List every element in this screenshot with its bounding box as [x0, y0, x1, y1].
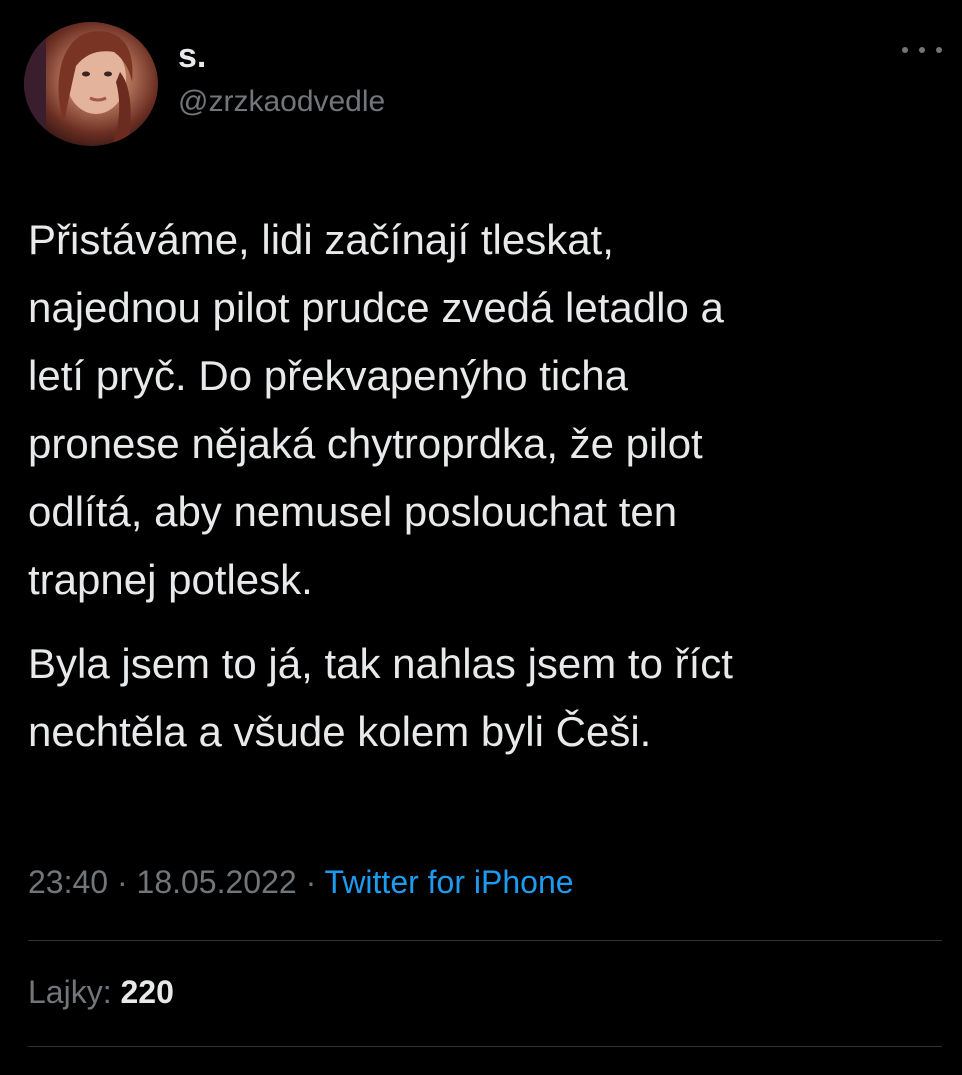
- meta-separator: ·: [305, 864, 317, 900]
- author-handle[interactable]: @zrzkaodvedle: [178, 84, 385, 120]
- likes-stat[interactable]: Lajky: 220: [28, 972, 174, 1012]
- tweet-text: Přistáváme, lidi začínají tleskat, najed…: [28, 206, 938, 766]
- tweet-time[interactable]: 23:40: [28, 864, 108, 900]
- tweet: s. @zrzkaodvedle Přistáváme, lidi začína…: [0, 0, 962, 1075]
- tweet-paragraph: Byla jsem to já, tak nahlas jsem to říct…: [28, 640, 733, 755]
- tweet-source-link[interactable]: Twitter for iPhone: [325, 864, 574, 900]
- more-dot: [902, 47, 908, 53]
- divider: [28, 940, 942, 941]
- tweet-meta: 23:40 · 18.05.2022 · Twitter for iPhone: [28, 862, 574, 902]
- tweet-paragraph: Přistáváme, lidi začínají tleskat, najed…: [28, 216, 724, 603]
- likes-count: 220: [120, 974, 174, 1010]
- more-dot: [919, 47, 925, 53]
- divider: [28, 1046, 942, 1047]
- avatar-photo: [24, 22, 133, 146]
- more-dot: [936, 47, 942, 53]
- meta-separator: ·: [116, 864, 128, 900]
- more-horizontal-icon[interactable]: [902, 40, 942, 60]
- avatar[interactable]: [24, 22, 158, 146]
- author-display-name[interactable]: s.: [178, 36, 206, 76]
- tweet-date[interactable]: 18.05.2022: [137, 864, 297, 900]
- likes-label: Lajky:: [28, 974, 112, 1010]
